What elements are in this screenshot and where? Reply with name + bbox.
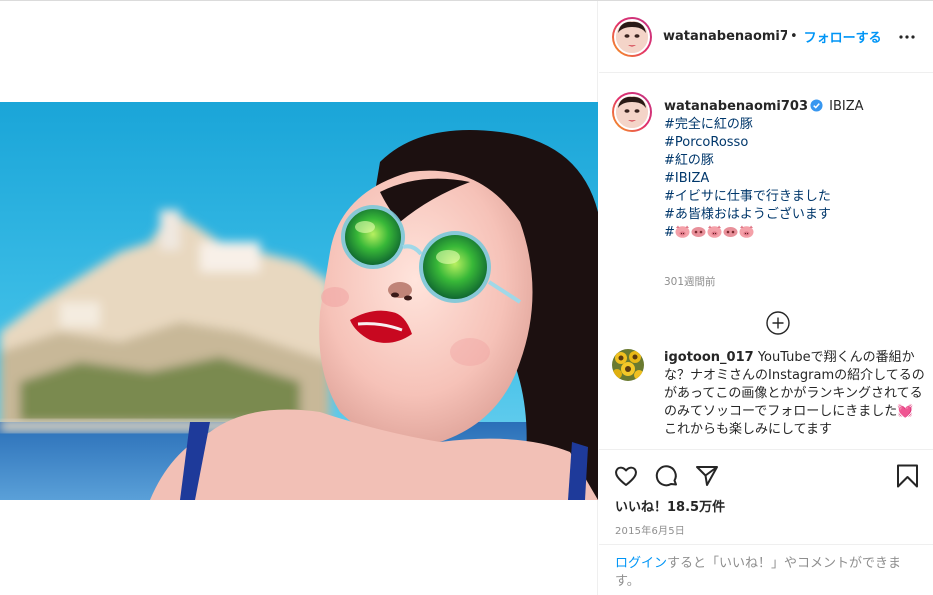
post-date[interactable]: 2015年6月5日 — [615, 522, 685, 537]
caption-timestamp[interactable]: 301週間前 — [664, 274, 716, 289]
hashtag-link[interactable]: #完全に紅の豚 — [664, 116, 924, 134]
pig-face-icon — [739, 225, 754, 238]
hashtag-link[interactable]: #あ皆様おはようございます — [664, 206, 924, 224]
author-username[interactable]: watanabenaomi703 — [663, 29, 787, 44]
separator-dot: • — [790, 29, 798, 44]
login-link[interactable]: ログイン — [615, 556, 667, 571]
hashtag-link[interactable]: #IBIZA — [664, 170, 924, 188]
post-media-area — [0, 1, 598, 595]
likes-count[interactable]: いいね！18.5万件 — [615, 496, 725, 515]
emoji-hashtag[interactable]: # — [664, 224, 924, 242]
pig-face-icon — [707, 225, 722, 238]
instagram-post: watanabenaomi703 • フォローする — [0, 0, 933, 595]
verified-badge-icon — [810, 99, 823, 112]
caption-location: IBIZA — [829, 99, 864, 114]
pig-nose-icon — [723, 227, 738, 237]
load-more-comments-icon[interactable] — [766, 311, 790, 335]
caption-avatar[interactable] — [612, 92, 652, 132]
login-prompt: ログインすると「いいね！」やコメントができます。 — [599, 544, 933, 595]
hashtag-link[interactable]: #PorcoRosso — [664, 134, 924, 152]
post-actions: いいね！18.5万件 2015年6月5日 — [599, 449, 933, 549]
caption-username[interactable]: watanabenaomi703 — [664, 99, 808, 114]
pig-face-icon — [675, 225, 690, 238]
post-photo[interactable] — [0, 102, 598, 500]
author-avatar[interactable] — [612, 16, 652, 57]
bookmark-icon[interactable] — [895, 463, 921, 489]
caption-body: watanabenaomi703 IBIZA #完全に紅の豚 #PorcoRos… — [664, 98, 924, 242]
comment-icon[interactable] — [654, 463, 680, 489]
follow-button[interactable]: フォローする — [804, 27, 882, 46]
hashtag-link[interactable]: #イビサに仕事で行きました — [664, 188, 924, 206]
comment-body: igotoon_017 YouTubeで翔くんの番組かな？ナオミさんのInsta… — [664, 349, 926, 439]
more-horizontal-icon[interactable] — [897, 27, 917, 47]
comments-area[interactable]: watanabenaomi703 IBIZA #完全に紅の豚 #PorcoRos… — [599, 74, 933, 448]
hashtag-link[interactable]: #紅の豚 — [664, 152, 924, 170]
post-sidebar: watanabenaomi703 • フォローする — [599, 1, 933, 595]
commenter-avatar[interactable] — [612, 349, 644, 381]
share-icon[interactable] — [694, 463, 720, 489]
pig-nose-icon — [691, 227, 706, 237]
heart-icon[interactable] — [613, 463, 639, 489]
post-header: watanabenaomi703 • フォローする — [599, 1, 933, 73]
commenter-username[interactable]: igotoon_017 — [664, 350, 754, 365]
